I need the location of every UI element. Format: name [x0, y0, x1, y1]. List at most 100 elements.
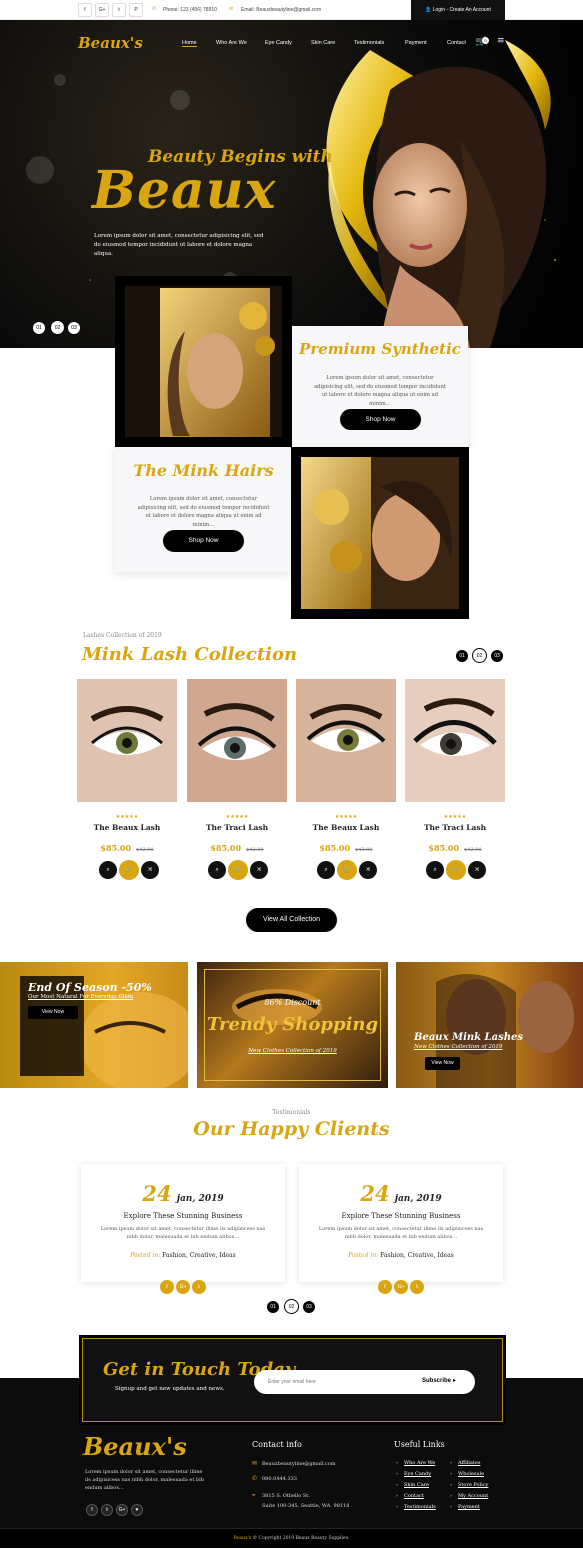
chevron-right-icon: ›	[450, 1471, 452, 1477]
separator: -	[446, 7, 449, 13]
shuffle-icon[interactable]: ⤨	[141, 861, 159, 879]
search-icon[interactable]: ⌕	[208, 861, 226, 879]
facebook-icon[interactable]: f	[86, 1504, 98, 1516]
testimonial-title: Explore These Stunning Business	[341, 1212, 461, 1220]
footer-link-store-policy[interactable]: Store Policy	[458, 1482, 488, 1488]
nav-payment[interactable]: Payment	[405, 40, 427, 46]
testimonials-title: Our Happy Clients	[193, 1118, 390, 1140]
testimonial-pager-1[interactable]: 01	[267, 1301, 279, 1313]
footer-link-wholesale[interactable]: Wholesale	[458, 1471, 484, 1477]
testimonial-pager-2[interactable]: 02	[284, 1299, 299, 1314]
hero-pager-2[interactable]: 02	[50, 320, 65, 335]
hero-pager-3[interactable]: 03	[68, 322, 80, 334]
testimonial-day: 24	[142, 1181, 172, 1206]
product-image[interactable]	[187, 679, 287, 802]
login-link[interactable]: Login	[433, 7, 445, 13]
product-image[interactable]	[405, 679, 505, 802]
google-plus-icon[interactable]: G+	[176, 1280, 190, 1294]
mink-shop-now-button[interactable]: Shop Now	[163, 530, 244, 552]
subscribe-button[interactable]: Subscribe	[422, 1378, 451, 1384]
phone-text: Phone: 123 (456) 78910	[163, 7, 217, 13]
collection-pager-3[interactable]: 03	[491, 650, 503, 662]
product-card[interactable]: ★★★★★ The Beaux Lash $85.00 $42.00	[296, 679, 396, 855]
collection-pager-1[interactable]: 01	[456, 650, 468, 662]
banner-mink-lashes[interactable]: Beaux Mink Lashes New Clothes Collection…	[396, 962, 583, 1088]
product-price: $85.00	[428, 843, 460, 853]
shuffle-icon[interactable]: ⤨	[468, 861, 486, 879]
cart-icon[interactable]: 🛒	[337, 860, 357, 880]
cart-icon[interactable]: 🛒	[228, 860, 248, 880]
menu-icon[interactable]: ≡	[497, 36, 505, 46]
banner-trendy-shopping[interactable]: 86% Discount Trendy Shopping New Clothes…	[197, 962, 388, 1088]
premium-shop-now-button[interactable]: Shop Now	[340, 409, 421, 430]
nav-home[interactable]: Home	[182, 40, 197, 47]
collection-pager-2[interactable]: 02	[472, 648, 487, 663]
product-name[interactable]: The Traci Lash	[405, 823, 505, 832]
heart-icon[interactable]: ♥	[131, 1504, 143, 1516]
newsletter-subtitle: Signup and get new updates and news.	[115, 1386, 225, 1392]
posted-tags: Fashion, Creative, Ideas	[380, 1252, 454, 1259]
create-account-link[interactable]: Create An Account	[449, 7, 490, 13]
mink-text: Lorem ipsum dolor sit amet, consectetur …	[137, 496, 270, 528]
nav-who-are-we[interactable]: Who Are We	[216, 40, 247, 46]
footer-link-affiliates[interactable]: Affiliates	[458, 1460, 480, 1466]
facebook-icon[interactable]: f	[78, 3, 92, 17]
footer-link-testimonials[interactable]: Testimonials	[404, 1504, 436, 1510]
product-name[interactable]: The Beaux Lash	[296, 823, 396, 832]
footer-link-who-are-we[interactable]: Who Are We	[404, 1460, 435, 1466]
chevron-right-icon: ›	[396, 1482, 398, 1488]
footer-link-eye-candy[interactable]: Eye Candy	[404, 1471, 431, 1477]
twitter-icon[interactable]: 𝕥	[101, 1504, 113, 1516]
nav-testimonials[interactable]: Testimonials	[354, 40, 384, 46]
twitter-icon[interactable]: 𝕥	[112, 3, 126, 17]
hero-pager-1[interactable]: 01	[33, 322, 45, 334]
site-logo[interactable]: Beaux's	[78, 34, 143, 52]
footer-link-contact[interactable]: Contact	[404, 1493, 424, 1499]
newsletter-email-input[interactable]	[268, 1376, 408, 1388]
rating-stars: ★★★★★	[115, 814, 139, 820]
shuffle-icon[interactable]: ⤨	[359, 861, 377, 879]
footer-link-skin-care[interactable]: Skin Care	[404, 1482, 429, 1488]
contact-info-title: Contact info	[252, 1440, 302, 1449]
nav-eye-candy[interactable]: Eye Candy	[265, 40, 292, 46]
search-icon[interactable]: ⌕	[99, 861, 117, 879]
testimonial-month: jan, 2019	[176, 1194, 224, 1204]
mink-title: The Mink Hairs	[133, 461, 274, 480]
twitter-icon[interactable]: 𝕥	[192, 1280, 206, 1294]
nav-skin-care[interactable]: Skin Care	[311, 40, 335, 46]
facebook-icon[interactable]: f	[378, 1280, 392, 1294]
product-card[interactable]: ★★★★★ The Traci Lash $85.00 $42.00	[187, 679, 287, 855]
search-icon[interactable]: ⌕	[317, 861, 335, 879]
shuffle-icon[interactable]: ⤨	[250, 861, 268, 879]
product-image[interactable]	[77, 679, 177, 802]
pinterest-icon[interactable]: P	[129, 3, 143, 17]
product-name[interactable]: The Beaux Lash	[77, 823, 177, 832]
twitter-icon[interactable]: 𝕥	[410, 1280, 424, 1294]
cart-icon[interactable]: 🛒	[119, 860, 139, 880]
product-old-price: $42.00	[464, 847, 482, 853]
footer-link-my-account[interactable]: My Account	[458, 1493, 488, 1499]
banner-3-view-now-button[interactable]: View Now	[425, 1057, 460, 1070]
newsletter-form: Subscribe ▸	[254, 1370, 475, 1394]
banner-1-view-now-button[interactable]: View Now	[28, 1006, 78, 1019]
footer-link-payment[interactable]: Payment	[458, 1504, 480, 1510]
product-image[interactable]	[296, 679, 396, 802]
banner-3-art	[436, 974, 574, 1088]
google-plus-icon[interactable]: G+	[95, 3, 109, 17]
testimonial-pager-3[interactable]: 03	[303, 1301, 315, 1313]
promo-image-2-art	[301, 457, 459, 609]
cart-icon[interactable]: 🛒	[446, 860, 466, 880]
banner-end-of-season[interactable]: End Of Season -50% Our Most Natural For …	[0, 962, 188, 1088]
newsletter-box: Get in Touch Today Signup and get new up…	[82, 1338, 503, 1422]
footer-email[interactable]: Beauxbeautyline@gmail.com	[262, 1460, 336, 1468]
product-name[interactable]: The Traci Lash	[187, 823, 287, 832]
google-plus-icon[interactable]: G+	[394, 1280, 408, 1294]
facebook-icon[interactable]: f	[160, 1280, 174, 1294]
google-plus-icon[interactable]: G+	[116, 1504, 128, 1516]
footer-logo[interactable]: Beaux's	[83, 1432, 187, 1461]
nav-contact[interactable]: Contact	[447, 40, 466, 46]
search-icon[interactable]: ⌕	[426, 861, 444, 879]
product-card[interactable]: ★★★★★ The Traci Lash $85.00 $42.00	[405, 679, 505, 855]
view-all-collection-button[interactable]: View All Collection	[246, 908, 337, 932]
product-card[interactable]: ★★★★★ The Beaux Lash $85.00 $42.00	[77, 679, 177, 855]
